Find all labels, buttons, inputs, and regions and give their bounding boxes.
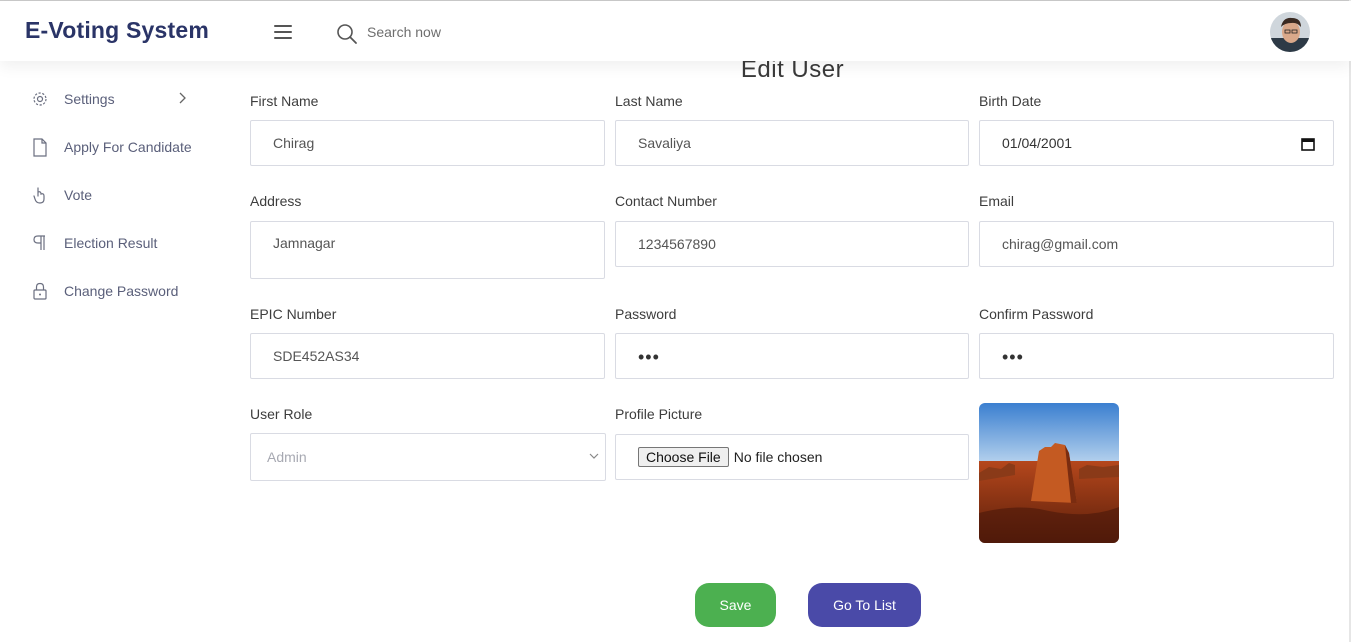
sidebar-item-vote[interactable]: Vote: [30, 180, 205, 210]
profile-picture-file-input: Choose File No file chosen: [615, 434, 969, 480]
password-input[interactable]: •••: [615, 333, 969, 379]
email-input[interactable]: [979, 221, 1334, 267]
file-status: No file chosen: [733, 449, 823, 465]
birth-date-label: Birth Date: [979, 93, 1042, 109]
birth-date-input[interactable]: 01/04/2001: [979, 120, 1334, 166]
email-label: Email: [979, 193, 1015, 209]
contact-number-input[interactable]: [615, 221, 969, 267]
top-header: E-Voting System: [0, 1, 1351, 61]
hamburger-menu-icon[interactable]: [274, 25, 292, 39]
address-value: Jamnagar: [273, 235, 336, 251]
sidebar-item-apply-for-candidate[interactable]: Apply For Candidate: [30, 132, 205, 162]
save-button[interactable]: Save: [695, 583, 776, 627]
sidebar-item-label: Election Result: [64, 235, 158, 251]
confirm-password-value: •••: [1002, 346, 1024, 367]
search-input[interactable]: [367, 19, 567, 45]
first-name-label: First Name: [250, 93, 319, 109]
calendar-icon[interactable]: [1301, 137, 1315, 151]
user-role-select[interactable]: Admin: [250, 433, 606, 481]
sidebar-item-label: Vote: [64, 187, 93, 203]
contact-number-label: Contact Number: [615, 193, 717, 209]
profile-picture-preview: [979, 403, 1119, 543]
sidebar-item-label: Apply For Candidate: [64, 139, 192, 155]
last-name-label: Last Name: [615, 93, 683, 109]
epic-number-label: EPIC Number: [250, 306, 337, 322]
gear-icon: [30, 89, 50, 109]
choose-file-button[interactable]: Choose File: [638, 447, 729, 467]
confirm-password-input[interactable]: •••: [979, 333, 1334, 379]
sidebar-item-change-password[interactable]: Change Password: [30, 276, 205, 306]
password-value: •••: [638, 346, 660, 367]
paragraph-icon: [30, 233, 50, 253]
sidebar-item-label: Settings: [64, 91, 115, 107]
address-textarea[interactable]: Jamnagar: [250, 221, 605, 279]
go-to-list-button[interactable]: Go To List: [808, 583, 921, 627]
chevron-right-icon: [179, 92, 186, 104]
user-role-label: User Role: [250, 406, 313, 422]
address-label: Address: [250, 193, 302, 209]
sidebar-item-label: Change Password: [64, 283, 179, 299]
profile-picture-label: Profile Picture: [615, 406, 703, 422]
document-icon: [30, 137, 50, 157]
sidebar: Settings Apply For Candidate Vote Electi…: [0, 62, 230, 642]
chevron-down-icon: [589, 453, 599, 459]
sidebar-item-settings[interactable]: Settings: [30, 84, 205, 114]
password-label: Password: [615, 306, 677, 322]
sidebar-item-election-result[interactable]: Election Result: [30, 228, 205, 258]
epic-number-input[interactable]: [250, 333, 605, 379]
lock-icon: [30, 281, 50, 301]
first-name-input[interactable]: [250, 120, 605, 166]
app-brand[interactable]: E-Voting System: [25, 17, 209, 44]
user-role-value: Admin: [267, 449, 307, 465]
user-avatar[interactable]: [1270, 12, 1310, 52]
hand-icon: [30, 185, 50, 205]
search-icon[interactable]: [336, 23, 358, 45]
confirm-password-label: Confirm Password: [979, 306, 1094, 322]
last-name-input[interactable]: [615, 120, 969, 166]
birth-date-value: 01/04/2001: [1002, 135, 1073, 151]
edit-user-form: Edit User First Name Last Name Birth Dat…: [240, 56, 1345, 642]
